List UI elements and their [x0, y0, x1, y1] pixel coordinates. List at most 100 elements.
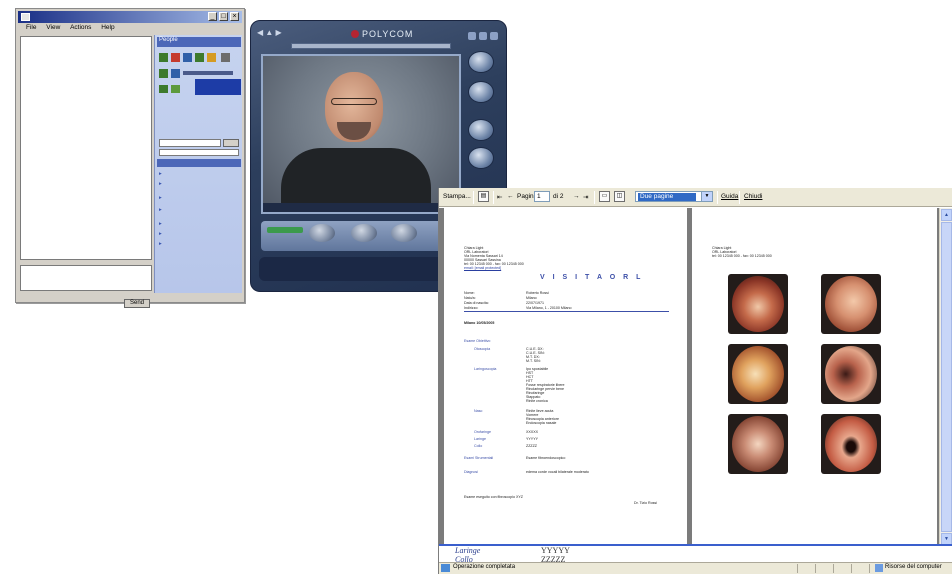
endoscopy-value: Rinite cronica — [526, 399, 548, 403]
page-number-input[interactable]: 1 — [534, 191, 550, 202]
last-page-icon[interactable]: ⇥ — [583, 193, 588, 201]
next-page-icon[interactable]: → — [573, 193, 580, 200]
contact-icons-row[interactable] — [159, 51, 239, 63]
scrollbar-thumb[interactable] — [941, 222, 952, 532]
print-button[interactable]: Stampa... — [443, 193, 471, 200]
send-button[interactable]: Send — [124, 299, 150, 308]
selected-contact[interactable] — [195, 79, 241, 95]
prev-page-icon[interactable]: ← — [507, 193, 514, 200]
tasks-header — [157, 159, 241, 167]
polycom-window-buttons[interactable] — [465, 27, 498, 45]
status-cell — [797, 564, 798, 573]
contact-row-2[interactable] — [159, 66, 239, 78]
p1-email-link[interactable]: email: [email protected] — [464, 266, 501, 270]
contacts-filter-box[interactable] — [159, 149, 239, 156]
polycom-side-button-3[interactable] — [468, 119, 494, 141]
first-page-icon[interactable]: ⇤ — [497, 193, 502, 201]
polycom-address-bar[interactable] — [291, 43, 451, 49]
two-pages-icon[interactable]: ◫ — [614, 191, 625, 202]
video-caption — [263, 203, 459, 212]
vertical-scrollbar[interactable]: ▲ ▼ — [939, 208, 952, 547]
document-title: V I S I T A O R L — [540, 274, 644, 281]
task-item[interactable] — [159, 231, 239, 237]
place-date: Milano 10/05/2005 — [464, 321, 495, 325]
contacts-search-box[interactable] — [159, 139, 221, 147]
section-otoscopy: Otoscopia — [474, 347, 491, 351]
status-cell — [815, 564, 816, 573]
preview-page-1: Chiara Light ORL Laboratori Via Nomenta … — [444, 208, 687, 547]
p2-header-line: tel: 00 12345 000 - fax: 00 12345 000 — [712, 254, 772, 258]
signature: Dr. Tizio Rossi — [634, 501, 657, 505]
contacts-panel: People — [154, 35, 242, 293]
menu-help[interactable]: Help — [101, 24, 114, 31]
patient-divider — [464, 311, 669, 312]
polycom-logo: POLYCOM — [351, 29, 413, 39]
underlying-page-content: Laringe YYYYY Collo ZZZZZ — [439, 546, 952, 564]
minimize-button[interactable]: _ — [208, 12, 217, 21]
polycom-side-button-4[interactable] — [468, 147, 494, 169]
laringe-value: YYYYY — [526, 437, 538, 441]
conversation-history[interactable] — [20, 36, 152, 260]
endoscopy-image-2 — [821, 274, 881, 334]
contact-avatars-icon — [159, 53, 230, 62]
endoscopy-image-4 — [821, 344, 881, 404]
maximize-button[interactable]: □ — [219, 12, 228, 21]
polycom-side-button-1[interactable] — [468, 51, 494, 73]
polycom-minimize-icon[interactable] — [468, 32, 476, 40]
contacts-scroll-button[interactable] — [223, 139, 239, 147]
contact-user-icon — [159, 85, 180, 93]
patient-label: Data di nascita: — [464, 301, 489, 305]
page-count: di 2 — [553, 193, 564, 200]
contact-status-icon — [159, 69, 233, 78]
polycom-nav-icons[interactable]: ◀ ▲ ▶ — [257, 28, 282, 37]
page-setup-icon[interactable]: ▤ — [478, 191, 489, 202]
messenger-titlebar: _ □ × — [18, 11, 242, 23]
section-objective: Esame Obiettivo — [464, 339, 491, 343]
close-label: Chiudi — [744, 193, 763, 200]
toolbar-separator — [473, 191, 474, 204]
polycom-help-icon[interactable] — [479, 32, 487, 40]
scroll-up-icon[interactable]: ▲ — [941, 209, 952, 221]
task-item[interactable] — [159, 181, 239, 187]
zone-text: Risorse del computer — [885, 564, 942, 570]
section-orofaringe: Orofaringe — [474, 430, 491, 434]
section-collo: Collo — [474, 444, 483, 448]
task-item[interactable] — [159, 241, 239, 247]
menu-actions[interactable]: Actions — [70, 24, 91, 31]
polycom-control-button-3[interactable] — [391, 224, 417, 242]
patient-value: Milano — [526, 296, 537, 300]
menu-file[interactable]: File — [26, 24, 36, 31]
volume-meter[interactable] — [267, 227, 303, 233]
task-item[interactable] — [159, 195, 239, 201]
status-bar: Operazione completata Risorse del comput… — [439, 562, 952, 574]
status-cell — [869, 564, 870, 573]
close-preview-button[interactable]: Chiudi — [744, 193, 762, 200]
preview-canvas[interactable]: Chiara Light ORL Laboratori Via Nomenta … — [439, 208, 939, 547]
contacts-header: People — [157, 37, 241, 47]
polycom-control-button-1[interactable] — [309, 224, 335, 242]
message-input[interactable] — [20, 265, 152, 291]
task-item[interactable] — [159, 207, 239, 213]
task-item[interactable] — [159, 171, 239, 177]
polycom-side-button-2[interactable] — [468, 81, 494, 103]
messenger-app-icon — [21, 13, 30, 21]
person-glasses — [331, 98, 377, 105]
toolbar-separator — [717, 191, 718, 204]
polycom-control-button-2[interactable] — [351, 224, 377, 242]
polycom-close-icon[interactable] — [490, 32, 498, 40]
endoscopy-image-3 — [728, 344, 788, 404]
help-button[interactable]: Guida — [721, 193, 738, 200]
close-button[interactable]: × — [230, 12, 239, 21]
endoscopy-image-6 — [821, 414, 881, 474]
menu-view[interactable]: View — [46, 24, 60, 31]
patient-value: 22/07/1971 — [526, 301, 544, 305]
contact-row-3[interactable] — [159, 81, 189, 93]
section-nose: Naso — [474, 409, 483, 413]
dropdown-arrow-icon[interactable]: ▼ — [701, 192, 712, 201]
status-cell — [851, 564, 852, 573]
status-cell — [833, 564, 834, 573]
task-item[interactable] — [159, 221, 239, 227]
footer-note: Esame eseguito con fibroscopio XYZ — [464, 495, 523, 499]
single-page-icon[interactable]: ▭ — [599, 191, 610, 202]
zoom-select[interactable]: Due pagine ▼ — [635, 191, 713, 202]
